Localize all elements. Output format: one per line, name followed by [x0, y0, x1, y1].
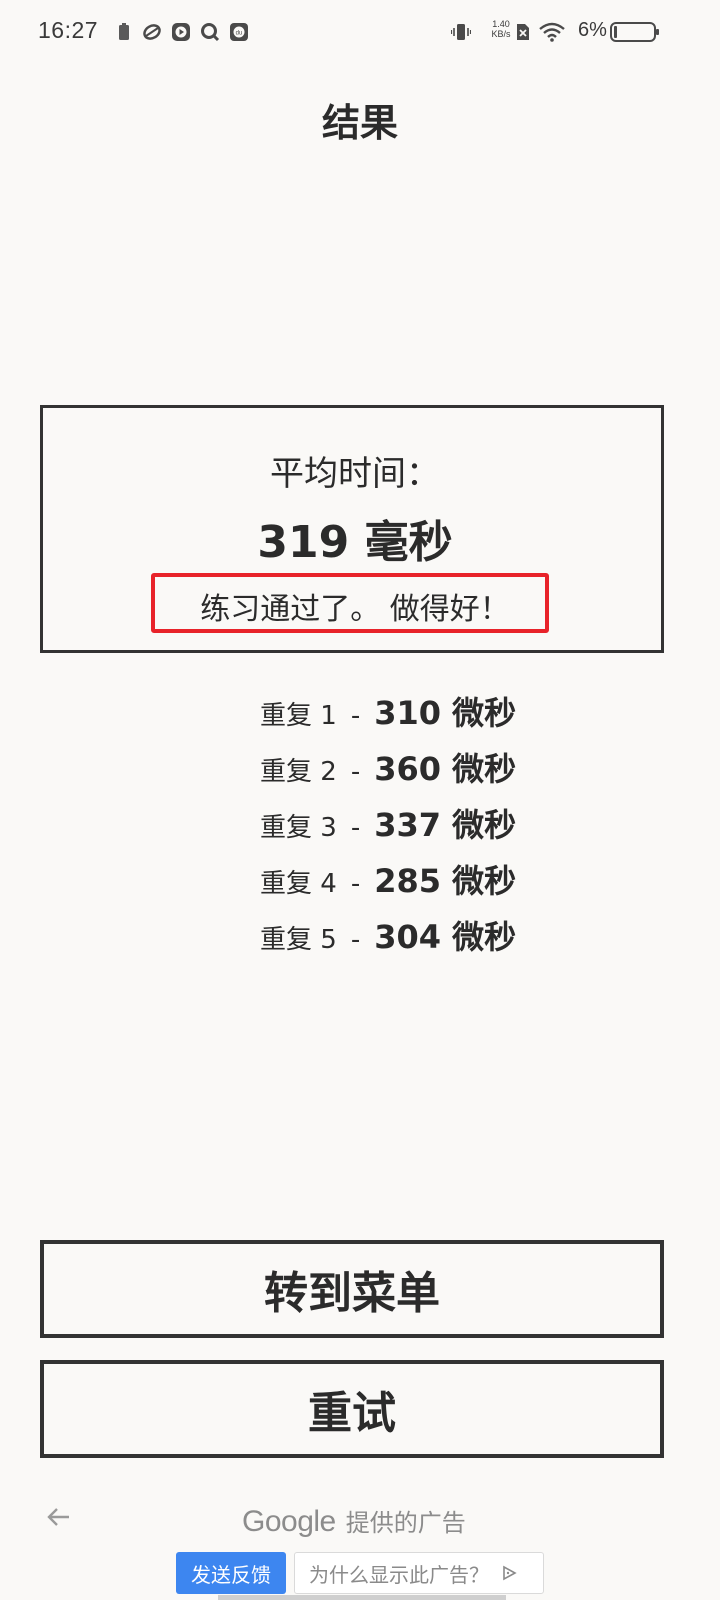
retry-button[interactable]: 重试: [40, 1360, 664, 1458]
net-speed-unit: KB/s: [491, 29, 511, 39]
google-brand: Google: [242, 1505, 336, 1538]
feedback-message: 练习通过了。 做得好！: [200, 592, 510, 627]
vibrate-icon: [451, 24, 471, 40]
repetition-value: 304 微秒: [374, 918, 517, 956]
go-to-menu-button[interactable]: 转到菜单: [40, 1240, 664, 1338]
status-bar: 16:27 du 1.40 KB/s 6%: [0, 0, 720, 66]
result-card: 平均时间： 319 毫秒 练习通过了。 做得好！: [40, 405, 664, 653]
repetition-separator: -: [350, 757, 361, 787]
repetition-separator: -: [350, 813, 361, 843]
battery-percent: 6%: [578, 19, 607, 41]
net-speed: 1.40 KB/s: [486, 19, 516, 39]
repetition-separator: -: [350, 925, 361, 955]
ad-choices-icon: [503, 1565, 517, 1581]
page-title: 结果: [321, 101, 398, 145]
repetition-row: 重复 3-337 微秒: [260, 800, 580, 848]
repetition-row: 重复 1-310 微秒: [260, 688, 580, 736]
repetition-value: 360 微秒: [374, 750, 517, 788]
repetition-label: 重复 5: [260, 925, 337, 955]
play-app-icon: [172, 23, 190, 41]
battery-icon: [610, 22, 659, 42]
status-time: 16:27: [38, 17, 99, 43]
repetition-row: 重复 4-285 微秒: [260, 856, 580, 904]
ad-provider-label: Google 提供的广告: [242, 1503, 466, 1539]
net-speed-value: 1.40: [492, 19, 510, 29]
average-time-label: 平均时间：: [270, 454, 440, 494]
ad-provided-text: 提供的广告: [345, 1509, 466, 1537]
svg-text:du: du: [236, 31, 243, 37]
repetition-label: 重复 1: [260, 701, 337, 731]
why-this-ad-label: 为什么显示此广告？: [309, 1562, 489, 1587]
search-app-icon: [201, 23, 220, 42]
du-app-icon: du: [230, 23, 248, 41]
ad-back-arrow-icon[interactable]: [44, 1502, 74, 1532]
leaf-app-icon: [143, 24, 161, 40]
repetition-row: 重复 5-304 微秒: [260, 912, 580, 960]
ad-bottom-divider: [218, 1595, 506, 1600]
no-sim-icon: [517, 24, 529, 40]
repetition-separator: -: [350, 701, 361, 731]
repetition-separator: -: [350, 869, 361, 899]
repetition-value: 285 微秒: [374, 862, 517, 900]
repetition-label: 重复 3: [260, 813, 337, 843]
repetition-row: 重复 2-360 微秒: [260, 744, 580, 792]
send-feedback-button[interactable]: 发送反馈: [176, 1552, 286, 1594]
repetition-label: 重复 2: [260, 757, 337, 787]
repetition-label: 重复 4: [260, 869, 337, 899]
average-time-value: 319 毫秒: [257, 517, 453, 568]
why-this-ad-button[interactable]: 为什么显示此广告？: [294, 1552, 544, 1594]
repetition-value: 337 微秒: [374, 806, 517, 844]
battery-saver-icon: [119, 23, 129, 40]
repetition-value: 310 微秒: [374, 694, 517, 732]
wifi-icon: [539, 22, 565, 42]
